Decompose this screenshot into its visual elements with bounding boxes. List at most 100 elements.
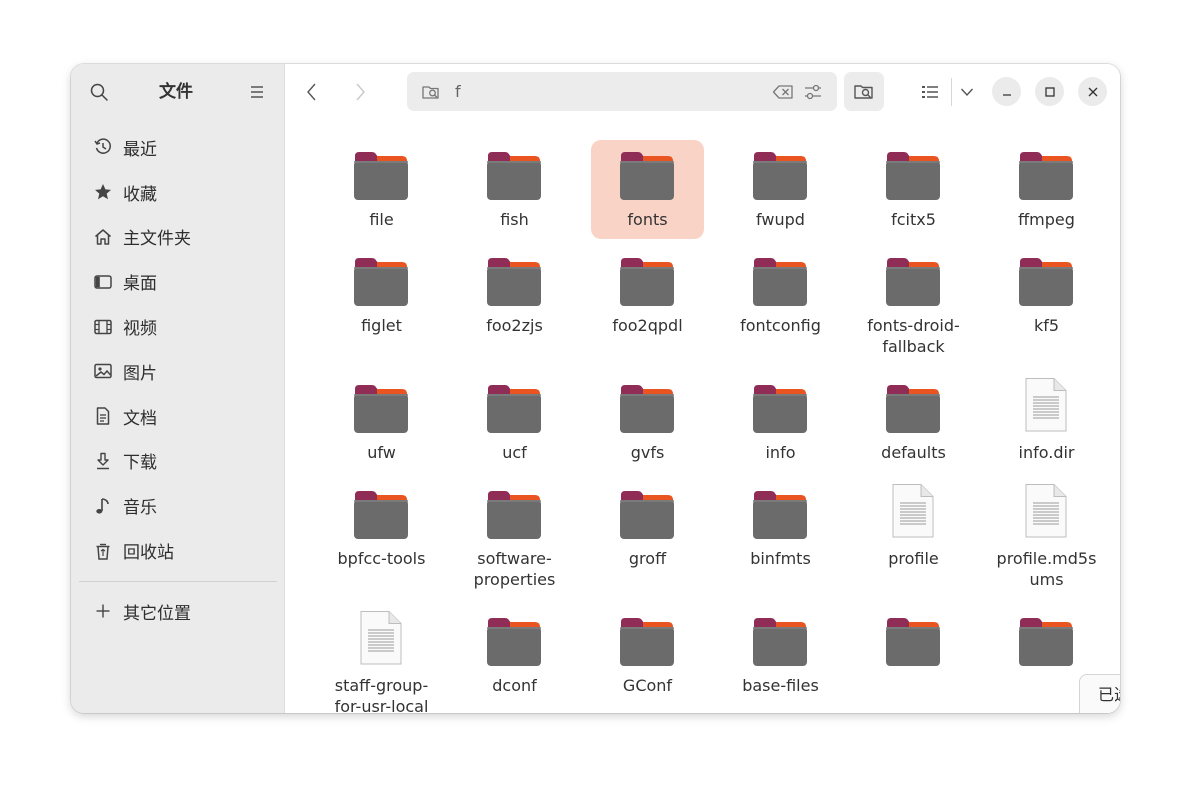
folder-item[interactable]: info [724,373,837,472]
sidebar-item-label: 桌面 [123,274,157,295]
folder-icon [752,383,808,435]
folder-item[interactable]: software-properties [458,479,571,589]
sidebar-title: 文件 [159,82,193,102]
folder-item[interactable]: dconf [458,606,571,705]
file-name-label: ufw [367,443,396,462]
file-name-label: base-files [742,676,819,695]
sidebar-item-documents[interactable]: 文档 [79,394,277,439]
folder-item[interactable]: file [325,140,438,239]
sidebar-item-trash[interactable]: 回收站 [79,528,277,573]
folder-icon [1018,616,1074,668]
folder-icon [752,150,808,202]
file-item[interactable]: info.dir [990,373,1103,472]
folder-item[interactable]: kf5 [990,246,1103,345]
sidebar-item-label: 音乐 [123,498,157,519]
text-file-icon [1018,377,1074,432]
file-name-label: fwupd [756,210,805,229]
file-name-label: gvfs [630,443,665,462]
folder-item[interactable]: fwupd [724,140,837,239]
folder-item[interactable]: bpfcc-tools [325,479,438,578]
folder-item[interactable]: foo2qpdl [591,246,704,345]
file-name-label: ucf [502,443,527,462]
folder-item[interactable]: ffmpeg [990,140,1103,239]
sidebar-item-videos[interactable]: 视频 [79,304,277,349]
folder-item[interactable]: ufw [325,373,438,472]
file-item[interactable]: profile [857,479,970,578]
folder-item[interactable]: GConf [591,606,704,705]
folder-icon [486,256,542,308]
document-icon [93,406,113,426]
sidebar-item-other-locations[interactable]: 其它位置 [79,589,277,634]
sidebar-item-recent[interactable]: 最近 [79,125,277,170]
sidebar-header: 文件 [71,64,284,120]
sidebar-item-music[interactable]: 音乐 [79,483,277,528]
sidebar-item-downloads[interactable]: 下载 [79,439,277,484]
file-name-label: foo2zjs [486,316,543,335]
home-icon [93,227,113,247]
status-bar: 已选中“fonts” （含有 8 项） [1079,674,1120,713]
sidebar-item-starred[interactable]: 收藏 [79,170,277,215]
music-icon [93,496,113,516]
folder-icon [486,150,542,202]
folder-item[interactable]: fcitx5 [857,140,970,239]
sidebar-item-label: 下载 [123,453,157,474]
folder-item[interactable] [857,606,970,705]
folder-item[interactable]: gvfs [591,373,704,472]
text-file-icon [1018,483,1074,538]
folder-item[interactable]: groff [591,479,704,578]
folder-icon [619,616,675,668]
sidebar-item-label: 主文件夹 [123,229,191,250]
folder-item[interactable]: fish [458,140,571,239]
plus-icon [93,601,113,621]
folder-item[interactable]: defaults [857,373,970,472]
folder-icon [486,616,542,668]
file-name-label: figlet [361,316,402,335]
folder-icon [353,489,409,541]
folder-icon [1018,150,1074,202]
sidebar-item-home[interactable]: 主文件夹 [79,215,277,260]
menu-icon[interactable] [245,80,269,104]
star-icon [93,182,113,202]
folder-item[interactable]: fonts-droid-fallback [857,246,970,356]
trash-icon [93,541,113,561]
file-name-label: GConf [622,676,673,695]
file-name-label: info.dir [1018,443,1075,462]
search-icon[interactable] [87,80,111,104]
folder-icon [752,256,808,308]
file-name-label: fcitx5 [891,210,936,229]
file-name-label: profile.md5s ums [996,549,1097,589]
folder-icon [619,383,675,435]
folder-item[interactable]: fonts [591,140,704,239]
sidebar-item-label: 图片 [123,363,157,384]
folder-item[interactable]: fontconfig [724,246,837,345]
file-name-label: profile [888,549,939,568]
file-name-label: ffmpeg [1018,210,1075,229]
sidebar-item-label: 收藏 [123,184,157,205]
file-manager-window: 文件 最近 收藏 主文件夹 桌面 视频 图片 文档 下载 音乐 回收站 其它位置… [71,64,1120,713]
file-item[interactable]: staff-group-for-usr-local [325,606,438,713]
file-name-label: fonts [627,210,668,229]
file-item[interactable]: profile.md5s ums [990,479,1103,589]
sidebar-item-label: 文档 [123,408,157,429]
folder-item[interactable]: figlet [325,246,438,345]
video-icon [93,317,113,337]
folder-item[interactable]: base-files [724,606,837,705]
folder-icon [752,489,808,541]
folder-icon [1018,256,1074,308]
folder-item[interactable]: ucf [458,373,571,472]
picture-icon [93,361,113,381]
sidebar-item-label: 回收站 [123,543,174,564]
file-name-label: groff [628,549,667,568]
sidebar-item-pictures[interactable]: 图片 [79,349,277,394]
sidebar-item-desktop[interactable]: 桌面 [79,259,277,304]
file-name-label: defaults [881,443,946,462]
file-name-label: kf5 [1033,316,1060,335]
folder-item[interactable]: foo2zjs [458,246,571,345]
sidebar-item-label: 其它位置 [123,603,191,624]
sidebar-separator [79,581,277,582]
text-file-icon [353,610,409,665]
file-name-label: file [369,210,394,229]
folder-item[interactable]: binfmts [724,479,837,578]
folder-icon [486,489,542,541]
sidebar: 文件 最近 收藏 主文件夹 桌面 视频 图片 文档 下载 音乐 回收站 其它位置 [71,64,285,713]
